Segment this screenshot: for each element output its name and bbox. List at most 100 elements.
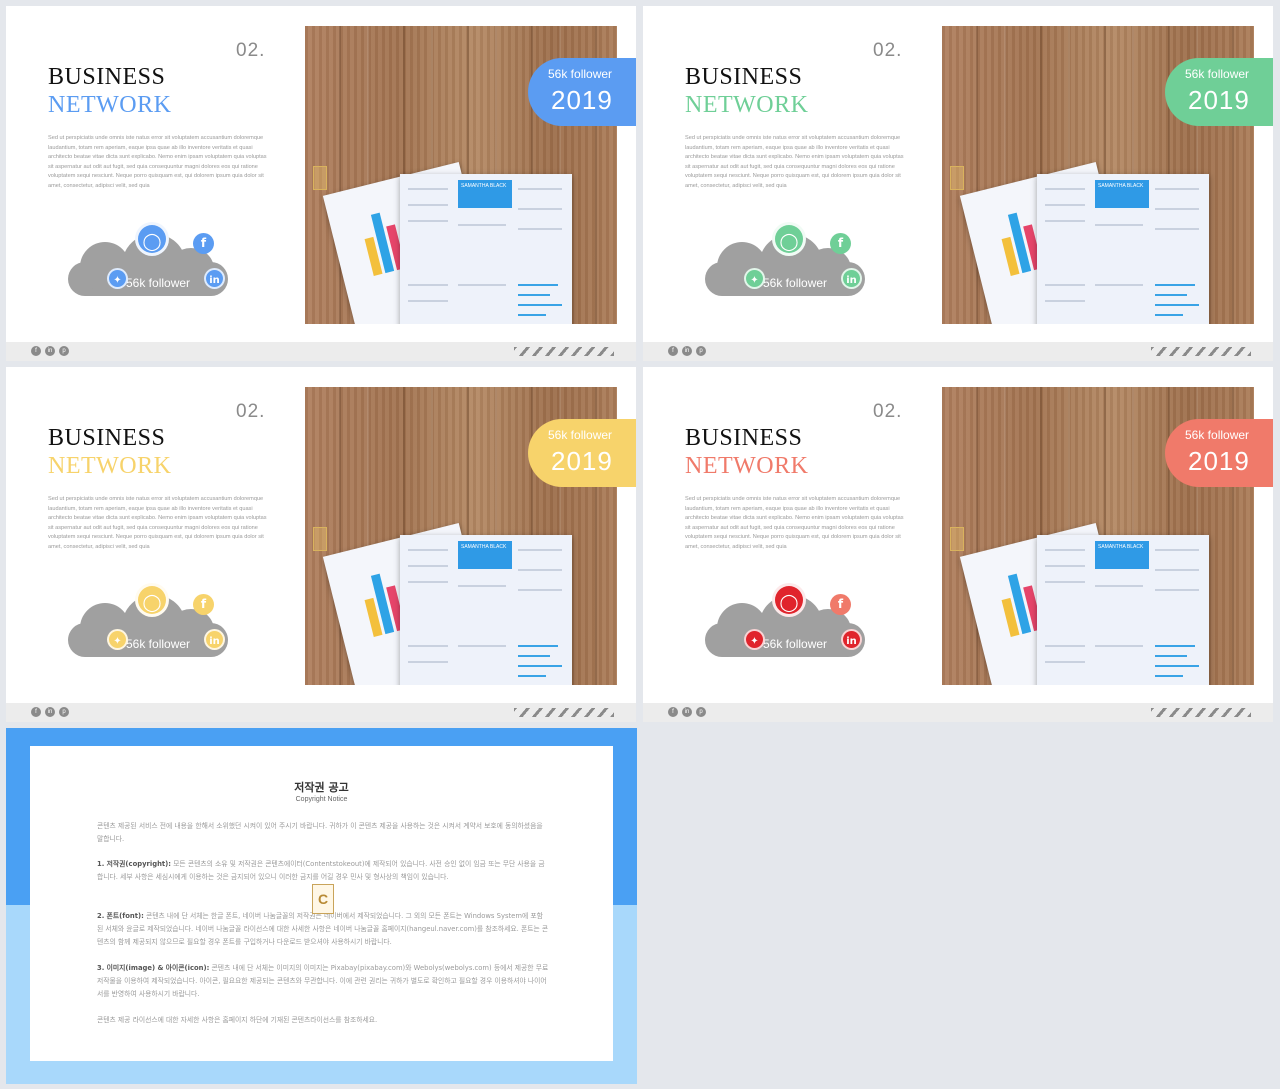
text-line <box>1095 224 1143 226</box>
footer-linkedin-icon[interactable]: in <box>682 707 692 717</box>
text-line <box>518 208 562 210</box>
body-text: Sed ut perspiciatis unde omnis iste natu… <box>685 135 904 189</box>
text-line <box>408 204 448 206</box>
skill-bar <box>1155 294 1187 296</box>
copyright-p2-heading: 2. 폰트(font): <box>97 912 144 920</box>
resume-name: SAMANTHA BLACK <box>1095 180 1149 208</box>
copyright-paragraph-1: 1. 저작권(copyright): 모든 콘텐츠의 소유 및 저작권은 콘텐츠… <box>97 858 549 884</box>
badge-year: 2019 <box>1188 85 1250 115</box>
text-line <box>458 585 506 587</box>
cloud-label: 56k follower <box>126 276 191 290</box>
slide-footer: f in p <box>6 342 636 361</box>
footer-pinterest-icon[interactable]: p <box>59 346 69 356</box>
footer-facebook-icon[interactable]: f <box>668 707 678 717</box>
copyright-intro: 콘텐츠 제공된 서비스 전에 내용을 한해서 소위했던 시켜이 있어 주시기 바… <box>97 822 543 843</box>
footer-pinterest-icon[interactable]: p <box>696 707 706 717</box>
footer-linkedin-icon[interactable]: in <box>682 346 692 356</box>
resume-paper: SAMANTHA BLACK <box>400 535 572 685</box>
resume-name: SAMANTHA BLACK <box>458 180 512 208</box>
linkedin-icon[interactable]: in <box>204 629 225 650</box>
skill-bar <box>518 675 546 677</box>
text-line <box>408 565 448 567</box>
text-line <box>1045 220 1085 222</box>
text-line <box>1045 581 1085 583</box>
linkedin-icon[interactable]: in <box>841 629 862 650</box>
instagram-icon[interactable]: ◯ <box>772 222 806 256</box>
facebook-icon[interactable]: f <box>830 594 851 615</box>
facebook-icon[interactable]: f <box>193 594 214 615</box>
brand-logo <box>950 527 964 551</box>
footer-linkedin-icon[interactable]: in <box>45 346 55 356</box>
skill-bar <box>1155 314 1183 316</box>
footer-facebook-icon[interactable]: f <box>31 707 41 717</box>
text-line <box>518 549 562 551</box>
instagram-icon[interactable]: ◯ <box>772 583 806 617</box>
slide-number: 02. <box>873 401 903 422</box>
text-line <box>1045 204 1085 206</box>
slide-footer: f in p <box>6 703 636 722</box>
badge-year: 2019 <box>1188 446 1250 476</box>
text-line <box>408 549 448 551</box>
footer-pinterest-icon[interactable]: p <box>59 707 69 717</box>
copyright-outro: 콘텐츠 제공 라이선스에 대한 자세한 사항은 홈페이지 하단에 기재된 콘텐츠… <box>97 1016 378 1024</box>
title-line-1: BUSINESS <box>48 64 166 90</box>
title-line-2: NETWORK <box>685 453 809 479</box>
copyright-p3-heading: 3. 이미지(image) & 아이콘(icon): <box>97 964 210 972</box>
text-line <box>1095 284 1143 286</box>
copyright-p2-text: 콘텐츠 내에 단 서체는 한글 폰트, 네이버 나눔글꼴의 저작권은 네이버에서… <box>97 912 549 946</box>
skill-bar <box>518 304 562 306</box>
slide-footer: f in p <box>643 703 1273 722</box>
instagram-icon[interactable]: ◯ <box>135 583 169 617</box>
footer-facebook-icon[interactable]: f <box>31 346 41 356</box>
slide-footer: f in p <box>643 342 1273 361</box>
title-line-2: NETWORK <box>48 453 172 479</box>
resume-name: SAMANTHA BLACK <box>458 541 512 569</box>
skill-bar <box>518 655 550 657</box>
slide-4: 02. BUSINESS NETWORK Sed ut perspiciatis… <box>643 367 1273 722</box>
skill-bar <box>1155 284 1195 286</box>
copyright-paragraph-2: 2. 폰트(font): 콘텐츠 내에 단 서체는 한글 폰트, 네이버 나눔글… <box>97 910 549 949</box>
text-line <box>518 228 562 230</box>
title-line-1: BUSINESS <box>685 64 803 90</box>
text-line <box>458 645 506 647</box>
twitter-icon[interactable]: ✦ <box>107 268 128 289</box>
footer-linkedin-icon[interactable]: in <box>45 707 55 717</box>
slide-number: 02. <box>236 40 266 61</box>
text-line <box>408 581 448 583</box>
footer-pinterest-icon[interactable]: p <box>696 346 706 356</box>
footer-facebook-icon[interactable]: f <box>668 346 678 356</box>
brand-logo <box>313 166 327 190</box>
title-line-2: NETWORK <box>685 92 809 118</box>
linkedin-icon[interactable]: in <box>841 268 862 289</box>
text-line <box>408 661 448 663</box>
body-text: Sed ut perspiciatis unde omnis iste natu… <box>685 496 904 550</box>
facebook-icon[interactable]: f <box>830 233 851 254</box>
skill-bar <box>518 294 550 296</box>
twitter-icon[interactable]: ✦ <box>107 629 128 650</box>
text-line <box>1155 228 1199 230</box>
title-line-1: BUSINESS <box>48 425 166 451</box>
badge-label: 56k follower <box>548 428 613 442</box>
brand-logo: C <box>312 884 334 914</box>
skill-bar <box>1155 675 1183 677</box>
twitter-icon[interactable]: ✦ <box>744 268 765 289</box>
text-line <box>1155 589 1199 591</box>
skill-bar <box>518 284 558 286</box>
instagram-icon[interactable]: ◯ <box>135 222 169 256</box>
linkedin-icon[interactable]: in <box>204 268 225 289</box>
twitter-icon[interactable]: ✦ <box>744 629 765 650</box>
skill-bar <box>518 314 546 316</box>
skill-bar <box>1155 304 1199 306</box>
cloud-label: 56k follower <box>763 276 828 290</box>
text-line <box>1155 208 1199 210</box>
text-line <box>1045 284 1085 286</box>
text-line <box>408 220 448 222</box>
footer-stripes <box>1151 708 1251 717</box>
slide-2: 02. BUSINESS NETWORK Sed ut perspiciatis… <box>643 6 1273 361</box>
badge-year: 2019 <box>551 446 613 476</box>
text-line <box>1045 300 1085 302</box>
text-line <box>408 300 448 302</box>
copyright-slide: 저작권 공고 Copyright Notice 콘텐츠 제공된 서비스 전에 내… <box>6 728 637 1084</box>
skill-bar <box>1155 645 1195 647</box>
facebook-icon[interactable]: f <box>193 233 214 254</box>
